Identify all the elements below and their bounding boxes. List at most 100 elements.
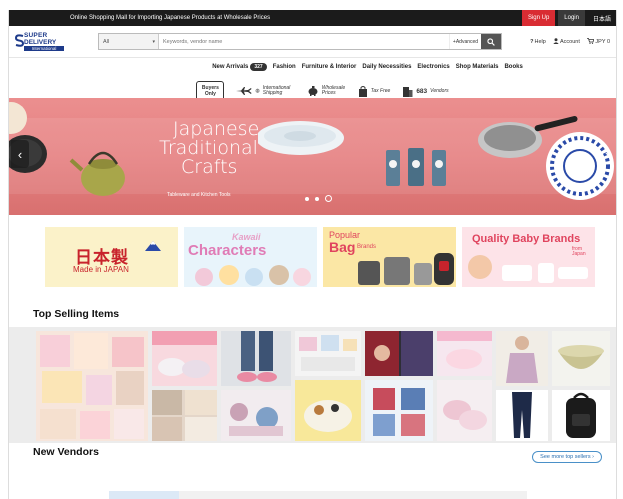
product-tile[interactable] <box>552 390 610 441</box>
nav-item-daily-necessities[interactable]: Daily Necessities <box>362 64 411 70</box>
international-shipping-label: International Shipping <box>262 85 291 96</box>
product-image <box>443 400 487 430</box>
carousel-prev-button[interactable]: ‹ <box>11 140 29 168</box>
banner-kawaii-characters[interactable]: Kawaii Characters <box>184 227 317 287</box>
hero-subtitle: Tableware and Kitchen Tools <box>167 192 231 198</box>
search-button[interactable] <box>481 34 501 49</box>
new-arrivals-count-badge: 327 <box>250 63 267 71</box>
product-tile[interactable] <box>295 331 361 376</box>
feature-tax-free: Tax Free <box>358 85 391 97</box>
product-image <box>558 345 604 369</box>
login-button[interactable]: Login <box>558 10 585 26</box>
vendor-date-tab[interactable] <box>457 491 527 499</box>
tax-free-label: Tax Free <box>370 88 391 94</box>
page-frame: Online Shopping Mall for Importing Japan… <box>8 10 617 499</box>
vendor-date-tab[interactable] <box>109 491 179 499</box>
new-vendors-heading: New Vendors <box>33 446 99 458</box>
language-switch[interactable]: 日本語 <box>588 10 616 26</box>
globe-icon: ◍ <box>255 88 260 94</box>
carousel-dot-active[interactable] <box>325 195 332 202</box>
made-in-japan-en-text: Made in JAPAN <box>73 265 129 274</box>
product-image <box>365 331 433 376</box>
product-tile[interactable] <box>496 331 548 386</box>
promo-banners: 日本製 Made in JAPAN Kawaii Characters Popu… <box>45 227 595 287</box>
product-tile[interactable] <box>152 331 217 386</box>
top-selling-grid <box>9 327 616 443</box>
product-image <box>229 403 283 436</box>
user-icon <box>553 38 559 44</box>
category-select[interactable]: All ▾ <box>99 34 159 49</box>
see-more-label: See more top sellers <box>540 454 591 460</box>
banner-quality-baby-brands[interactable]: Quality Baby Brands from Japan <box>462 227 595 287</box>
top-bar: Online Shopping Mall for Importing Japan… <box>9 10 616 26</box>
hero-title-line3: Crafts <box>181 156 238 178</box>
banner-popular-bag-brands[interactable]: Popular Bag Brands <box>323 227 456 287</box>
piggy-bank-icon <box>308 86 318 96</box>
product-tile[interactable] <box>552 331 610 386</box>
hero-title: Japanese Traditional Crafts <box>159 120 259 177</box>
advanced-search-link[interactable]: +Advanced <box>449 34 481 49</box>
nav-item-shop-materials[interactable]: Shop Materials <box>456 64 499 70</box>
help-icon: ? <box>530 38 534 45</box>
search-icon <box>487 37 495 46</box>
chevron-left-icon: ‹ <box>17 146 23 162</box>
mount-fuji-icon <box>145 241 161 251</box>
chevron-right-icon: › <box>604 146 610 162</box>
building-icon <box>403 86 413 97</box>
logo-s-icon <box>15 33 24 47</box>
account-link[interactable]: Account <box>553 38 580 45</box>
vendor-date-tab[interactable] <box>248 491 318 499</box>
product-tile[interactable] <box>437 331 492 376</box>
product-tile[interactable] <box>221 390 291 441</box>
nav-item-books[interactable]: Books <box>504 64 522 70</box>
site-logo[interactable]: SUPER DELIVERY International <box>15 30 89 54</box>
feature-vendors: 683 Vendors <box>402 86 449 97</box>
feature-international-shipping: ◍ International Shipping <box>236 86 294 96</box>
product-image <box>40 333 144 439</box>
header-links: ?Help Account JPY 0 <box>530 38 610 45</box>
wholesale-prices-label: Wholesale Prices <box>321 85 346 96</box>
help-label: Help <box>534 38 546 45</box>
product-tile[interactable] <box>152 390 217 441</box>
hero-carousel[interactable]: Japanese Traditional Crafts Tableware an… <box>9 98 616 215</box>
product-tile[interactable] <box>221 331 291 386</box>
product-image <box>299 335 357 371</box>
nav-item-fashion[interactable]: Fashion <box>273 64 296 70</box>
baby-brands-text: Quality Baby Brands <box>472 233 581 245</box>
header: SUPER DELIVERY International All ▾ +Adva… <box>9 26 616 58</box>
new-vendors-tabs <box>109 491 527 499</box>
product-image <box>566 392 596 438</box>
vendor-date-tab[interactable] <box>179 491 249 499</box>
product-tile[interactable] <box>295 380 361 441</box>
cart-link[interactable]: JPY 0 <box>586 38 610 45</box>
product-image <box>437 331 492 369</box>
search-input[interactable] <box>159 34 449 49</box>
see-more-top-sellers-button[interactable]: See more top sellers › <box>532 451 602 463</box>
product-image <box>152 331 217 378</box>
bag-text: Bag <box>329 239 356 255</box>
signup-button[interactable]: Sign Up <box>521 10 556 26</box>
category-value: All <box>103 38 110 45</box>
nav-item-furniture[interactable]: Furniture & Interior <box>302 64 357 70</box>
banner-made-in-japan[interactable]: 日本製 Made in JAPAN <box>45 227 178 287</box>
product-tile[interactable] <box>496 390 548 441</box>
help-link[interactable]: ?Help <box>530 39 546 45</box>
airplane-icon <box>236 87 252 95</box>
product-tile[interactable] <box>365 331 433 376</box>
product-tile[interactable] <box>437 380 492 441</box>
logo-line3: International <box>24 46 64 51</box>
carousel-next-button[interactable]: › <box>598 140 616 168</box>
carousel-dot[interactable] <box>315 196 319 201</box>
top-selling-heading: Top Selling Items <box>33 308 120 320</box>
carousel-dot[interactable] <box>305 196 309 201</box>
vendor-date-tab[interactable] <box>388 491 458 499</box>
product-tile[interactable] <box>365 380 433 441</box>
nav-item-new-arrivals[interactable]: New Arrivals 327 <box>212 63 267 71</box>
product-tile[interactable] <box>36 331 148 441</box>
vendor-date-tab[interactable] <box>318 491 388 499</box>
characters-image <box>195 265 311 286</box>
logo-line2: DELIVERY <box>24 39 57 46</box>
nav-item-electronics[interactable]: Electronics <box>417 64 449 70</box>
feature-wholesale-prices: Wholesale Prices <box>307 86 346 96</box>
characters-text: Characters <box>188 242 267 259</box>
